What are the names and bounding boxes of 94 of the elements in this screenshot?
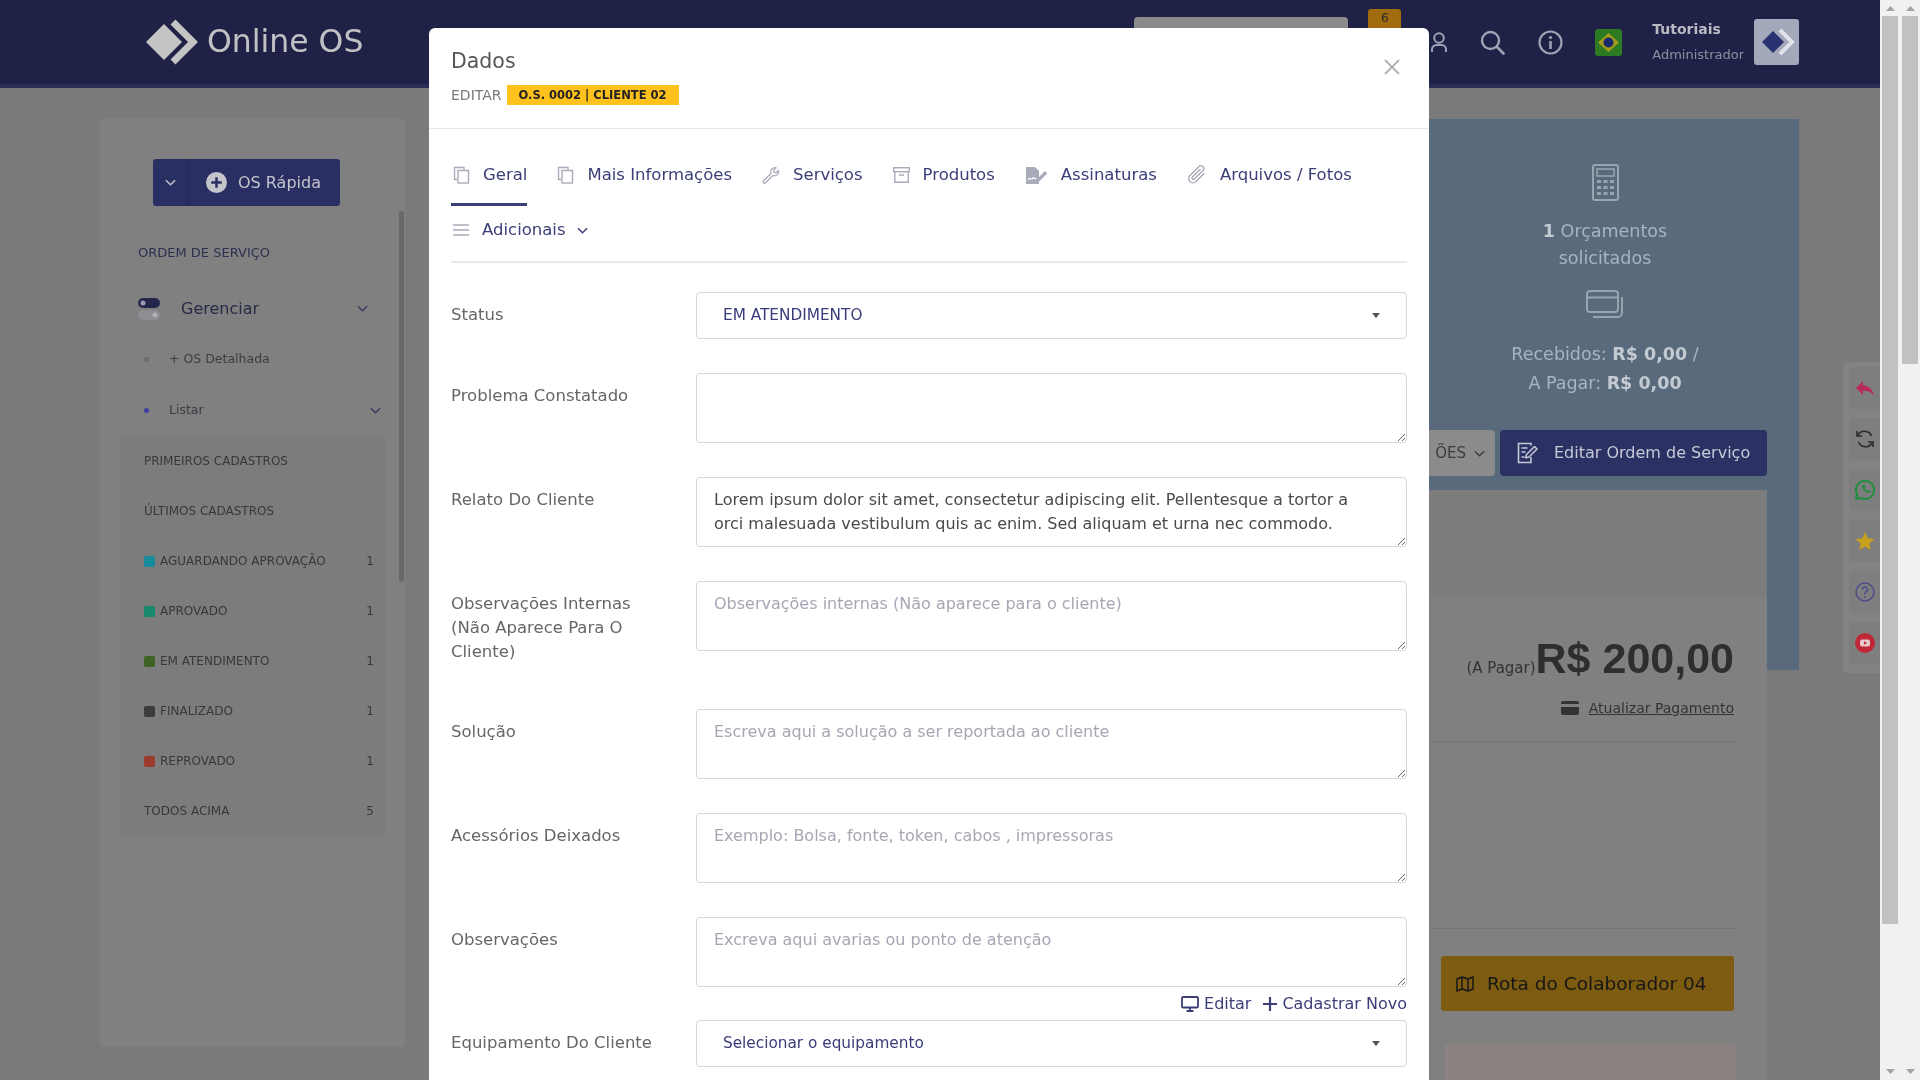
field-label: Observações Internas (Não Aparece Para O Cliente) — [451, 593, 632, 663]
textarea-field[interactable]: Exemplo: Bolsa, fonte, token, cabos , impressoras — [696, 813, 1407, 883]
copy-icon — [557, 166, 575, 184]
menu-icon — [453, 224, 469, 236]
field-label: Relato Do Cliente — [451, 489, 595, 511]
item-count: 5 — [366, 803, 374, 820]
help-icon — [1855, 582, 1875, 602]
credit-card-icon — [1560, 701, 1579, 715]
tab[interactable]: Arquivos / Fotos — [1184, 151, 1352, 206]
chevron-icon — [357, 305, 368, 312]
to-pay-text: A Pagar: R$ 0,00 — [1528, 372, 1682, 395]
select-field[interactable]: EM ATENDIMENTO — [696, 292, 1407, 339]
diamond-logo-icon — [144, 19, 200, 65]
toolbar-button[interactable] — [1849, 418, 1880, 460]
caret-icon — [1372, 313, 1380, 318]
user-name: Tutoriais — [1652, 20, 1722, 38]
info-icon[interactable] — [1538, 29, 1564, 55]
close-icon — [1384, 59, 1400, 75]
action-link[interactable]: Cadastrar Novo — [1263, 991, 1407, 1016]
copy-icon — [453, 166, 470, 184]
user-icon[interactable] — [1431, 31, 1448, 53]
item-count: 1 — [366, 753, 374, 770]
logo-text: Online OS — [207, 26, 364, 58]
user-role: Administrador — [1652, 46, 1744, 64]
section-title: ORDEM DE SERVIÇO — [138, 245, 271, 261]
chevron-icon — [576, 226, 588, 234]
field-label: Problema Constatado — [451, 385, 629, 407]
search-icon[interactable] — [1480, 29, 1506, 55]
textarea-field[interactable]: Escreva aqui a solução a ser reportada ao cliente — [696, 709, 1407, 779]
archive-box-icon — [892, 167, 910, 183]
refresh-icon — [1855, 429, 1875, 449]
item-count: 1 — [366, 603, 374, 620]
amount-caption: (A Pagar) — [1466, 658, 1536, 679]
received-text: Recebidos: R$ 0,00 / — [1511, 343, 1699, 366]
field-label: Equipamento Do Cliente — [451, 1032, 652, 1054]
tab[interactable]: Assinaturas — [1022, 151, 1157, 206]
cards-icon — [1586, 290, 1624, 320]
reply-arrow-icon — [1855, 380, 1875, 396]
tab[interactable]: Serviços — [760, 151, 863, 206]
video-icon — [1855, 633, 1875, 653]
scrollbar-thumb[interactable] — [399, 211, 404, 582]
chevron-icon — [165, 179, 176, 186]
paperclip-icon — [1186, 164, 1207, 186]
signature-icon — [1024, 165, 1048, 185]
tab[interactable]: Adicionais — [451, 206, 588, 261]
notification-badge: 6 — [1368, 9, 1402, 28]
select-field[interactable]: Selecionar o equipamento — [696, 1020, 1407, 1067]
item-count: 1 — [366, 553, 374, 570]
scrollbar-thumb[interactable] — [1902, 16, 1918, 364]
textarea-field[interactable]: Observações internas (Não aparece para o cliente) — [696, 581, 1407, 651]
scrollbar-track[interactable] — [1900, 0, 1920, 1080]
chevron-icon — [370, 407, 381, 414]
quick-os-button[interactable]: OS Rápida — [189, 159, 340, 206]
textarea-field[interactable] — [696, 373, 1407, 443]
edit-order-button[interactable]: Editar Ordem de Serviço — [1500, 430, 1767, 476]
input-field[interactable] — [1134, 17, 1349, 28]
toolbar-button[interactable] — [1849, 520, 1880, 562]
edit-document-icon — [1517, 442, 1538, 464]
field-label: Acessórios Deixados — [451, 825, 621, 847]
field-label: Status — [451, 304, 504, 326]
avatar-logo-icon[interactable] — [1754, 19, 1799, 65]
mode-label: EDITAR — [451, 86, 502, 105]
field-label: Observações — [451, 929, 558, 951]
action-link[interactable]: Editar — [1181, 991, 1252, 1016]
chat-phone-icon — [1855, 480, 1875, 500]
calculator-icon — [1591, 164, 1619, 201]
star-icon — [1855, 531, 1875, 551]
tab[interactable]: Mais Informações — [555, 151, 732, 206]
close-button[interactable] — [1384, 59, 1400, 75]
wrench-icon — [762, 166, 780, 184]
budget-count-text: 1 Orçamentos solicitados — [1541, 220, 1669, 270]
item-count: 1 — [366, 653, 374, 670]
field-label: Solução — [451, 721, 516, 743]
dropdown-toggle-button[interactable] — [153, 159, 189, 206]
flag-icon[interactable] — [1595, 28, 1623, 56]
chevron-icon — [1474, 449, 1485, 457]
toolbar-button[interactable] — [1849, 622, 1880, 664]
modal-title: Dados — [451, 48, 516, 74]
scrollbar-thumb[interactable] — [1882, 16, 1898, 924]
map-icon — [1456, 975, 1474, 992]
textarea-field[interactable]: Excreva aqui avarias ou ponto de atenção — [696, 917, 1407, 987]
monitor-icon — [1181, 995, 1199, 1012]
item-count: 1 — [366, 703, 374, 720]
plus-icon — [1263, 996, 1278, 1011]
tab[interactable]: Produtos — [890, 151, 995, 206]
toolbar-button[interactable] — [1849, 571, 1880, 613]
amount-value: R$ 200,00 — [1535, 634, 1734, 682]
textarea-field[interactable]: Lorem ipsum dolor sit amet, consectetur adipiscing elit. Pellentesque a tortor a orci malesuada vestibulum quis ac enim. Sed aliquam et urna nec commodo. — [696, 477, 1407, 547]
plus-circle-icon — [206, 172, 227, 193]
tab[interactable]: Geral — [451, 151, 528, 206]
toggle-icon — [138, 297, 160, 320]
order-badge: O.S. 0002 | CLIENTE 02 — [506, 85, 679, 105]
caret-icon — [1372, 1041, 1380, 1046]
scrollbar-track[interactable] — [1880, 0, 1900, 1080]
